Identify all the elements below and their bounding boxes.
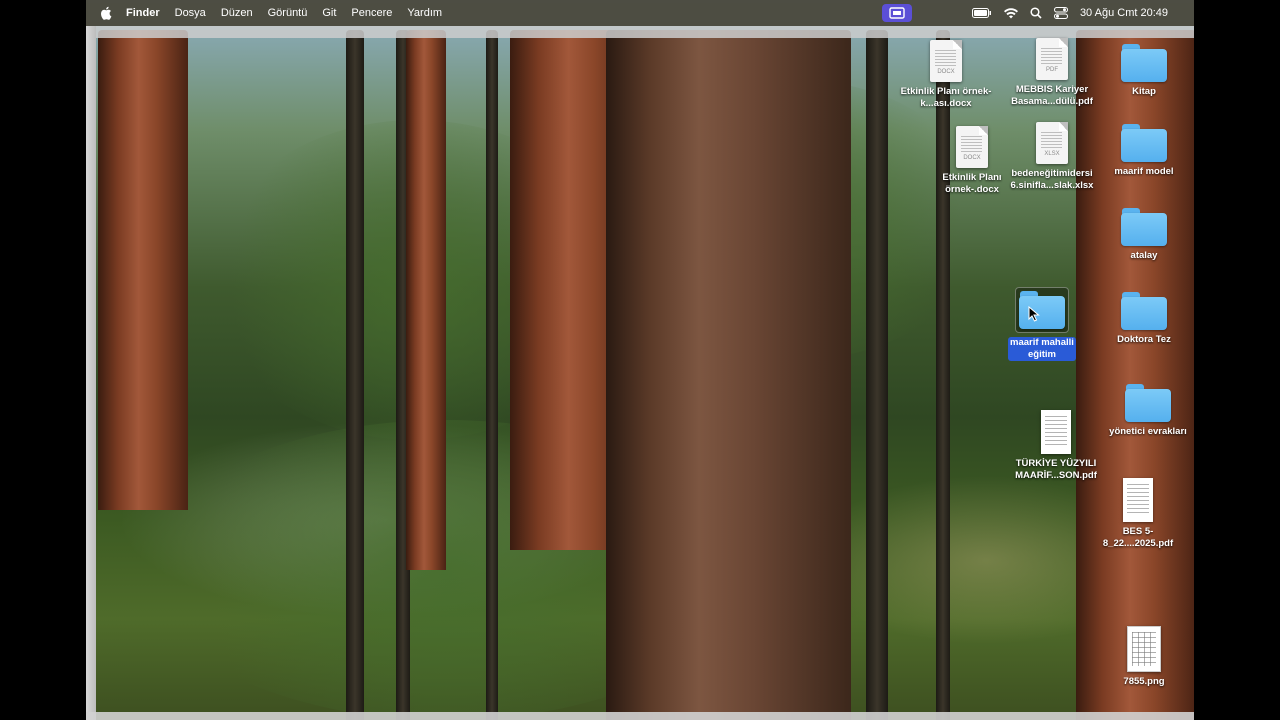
apple-menu-icon[interactable]	[100, 6, 114, 20]
folder-icon	[1121, 124, 1167, 162]
docx-file-icon: DOCX	[930, 40, 962, 82]
desktop-screen: Finder Dosya Düzen Görüntü Git Pencere Y…	[86, 0, 1194, 720]
mouse-cursor-icon	[1028, 306, 1040, 322]
pdf-thumbnail-icon	[1041, 410, 1071, 454]
menu-duzen[interactable]: Düzen	[221, 7, 253, 19]
menu-pencere[interactable]: Pencere	[351, 7, 392, 19]
desktop-folder-maarif-mahalli-egitim[interactable]: maarif mahalli eğitim	[994, 287, 1090, 361]
folder-label: maarif mahalli eğitim	[1008, 337, 1076, 361]
desktop-folder-maarif-model[interactable]: maarif model	[1096, 124, 1192, 178]
folder-label: Doktora Tez	[1117, 334, 1171, 345]
desktop-file-mebbis[interactable]: PDF MEBBIS Kariyer Basama...dülü.pdf	[1004, 38, 1100, 108]
docx-file-icon: DOCX	[956, 126, 988, 168]
desktop-file-etkinlik-plani-1[interactable]: DOCX Etkinlik Planı örnek- k...ası.docx	[898, 40, 994, 110]
file-label: 7855.png	[1123, 676, 1165, 687]
window-left-edge	[86, 26, 96, 720]
file-label: Etkinlik Planı örnek- k...ası.docx	[900, 86, 992, 109]
menu-dosya[interactable]: Dosya	[175, 7, 206, 19]
pdf-thumbnail-icon	[1123, 478, 1153, 522]
menu-clock[interactable]: 30 Ağu Cmt 20:49	[1080, 7, 1168, 19]
desktop-file-bes[interactable]: BES 5-8_22....2025.pdf	[1090, 478, 1186, 550]
folder-label: yönetici evrakları	[1109, 426, 1187, 437]
folder-icon	[1125, 384, 1171, 422]
menu-git[interactable]: Git	[322, 7, 336, 19]
desktop-file-turkiye-yuzyili[interactable]: TÜRKİYE YÜZYILI MAARİF...SON.pdf	[1008, 410, 1104, 482]
menu-bar: Finder Dosya Düzen Görüntü Git Pencere Y…	[86, 0, 1194, 26]
window-top-strip	[86, 26, 1194, 38]
folder-label: maarif model	[1114, 166, 1174, 177]
menu-yardim[interactable]: Yardım	[407, 7, 442, 19]
wifi-icon[interactable]	[1003, 7, 1018, 19]
desktop-folder-kitap[interactable]: Kitap	[1096, 44, 1192, 98]
xlsx-file-icon: XLSX	[1036, 122, 1068, 164]
file-label: BES 5-8_22....2025.pdf	[1102, 526, 1174, 549]
pdf-file-icon: PDF	[1036, 38, 1068, 80]
menu-finder[interactable]: Finder	[126, 7, 160, 19]
folder-icon	[1121, 292, 1167, 330]
spotlight-search-icon[interactable]	[1030, 7, 1042, 19]
battery-icon[interactable]	[971, 8, 992, 18]
file-label: MEBBIS Kariyer Basama...dülü.pdf	[1011, 84, 1093, 107]
desktop-folder-doktora-tez[interactable]: Doktora Tez	[1096, 292, 1192, 346]
desktop-folder-atalay[interactable]: atalay	[1096, 208, 1192, 262]
desktop-file-bedenegitimi[interactable]: XLSX bedeneğitimidersi 6.sinifla...slak.…	[1004, 122, 1100, 192]
folder-icon	[1121, 44, 1167, 82]
folder-label: atalay	[1130, 250, 1158, 261]
window-bottom-edge	[86, 712, 1194, 720]
menu-goruntu[interactable]: Görüntü	[268, 7, 308, 19]
screen-share-icon[interactable]	[881, 4, 912, 22]
file-label: bedeneğitimidersi 6.sinifla...slak.xlsx	[1010, 168, 1094, 191]
image-thumbnail-icon	[1127, 626, 1161, 672]
desktop-folder-yonetici-evraklari[interactable]: yönetici evrakları	[1100, 384, 1194, 438]
folder-icon	[1121, 208, 1167, 246]
folder-icon	[1019, 291, 1065, 329]
desktop-file-7855-png[interactable]: 7855.png	[1096, 626, 1192, 688]
control-center-icon[interactable]	[1053, 7, 1068, 19]
folder-label: Kitap	[1132, 86, 1156, 97]
